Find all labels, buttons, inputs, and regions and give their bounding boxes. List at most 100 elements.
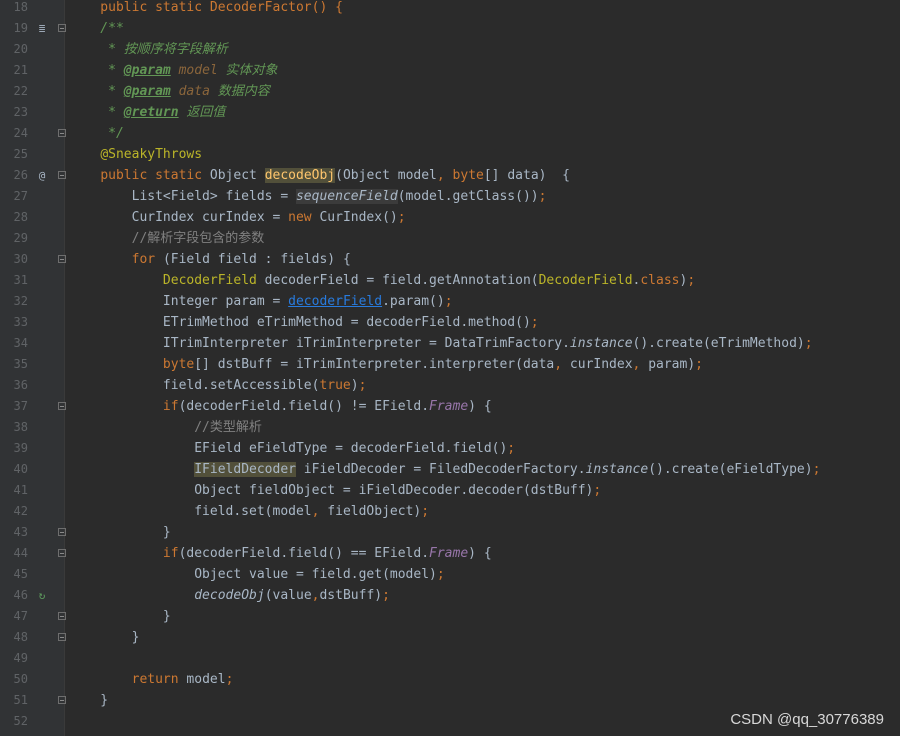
code-text[interactable]: for (Field field : fields) { (69, 249, 351, 270)
code-text[interactable]: IFieldDecoder iFieldDecoder = FiledDecod… (69, 459, 820, 480)
code-line[interactable]: 42 field.set(model, fieldObject); (0, 501, 900, 522)
code-text[interactable]: public static DecoderFactor() { (69, 0, 343, 18)
doc-render-icon[interactable]: ≣ (36, 18, 48, 39)
line-number[interactable]: 18 (0, 0, 28, 18)
code-text[interactable]: Integer param = decoderField.param(); (69, 291, 453, 312)
line-number[interactable]: 40 (0, 459, 28, 480)
code-line[interactable]: 27 List<Field> fields = sequenceField(mo… (0, 186, 900, 207)
code-text[interactable]: * 按顺序将字段解析 (69, 39, 228, 60)
code-text[interactable]: DecoderField decoderField = field.getAnn… (69, 270, 695, 291)
fold-toggle-icon[interactable] (58, 528, 66, 536)
code-line[interactable]: 22 * @param data 数据内容 (0, 81, 900, 102)
line-number[interactable]: 37 (0, 396, 28, 417)
line-number[interactable]: 24 (0, 123, 28, 144)
recursive-call-icon[interactable]: ↻ (36, 585, 48, 606)
fold-toggle-icon[interactable] (58, 633, 66, 641)
line-number[interactable]: 48 (0, 627, 28, 648)
line-number[interactable]: 43 (0, 522, 28, 543)
code-text[interactable]: //解析字段包含的参数 (69, 228, 265, 249)
code-line[interactable]: 39 EField eFieldType = decoderField.fiel… (0, 438, 900, 459)
line-number[interactable]: 26 (0, 165, 28, 186)
line-number[interactable]: 42 (0, 501, 28, 522)
code-line[interactable]: 31 DecoderField decoderField = field.get… (0, 270, 900, 291)
fold-toggle-icon[interactable] (58, 255, 66, 263)
code-line[interactable]: 19 ≣ /** (0, 18, 900, 39)
code-line[interactable]: 26 @ public static Object decodeObj(Objec… (0, 165, 900, 186)
code-line[interactable]: 28 CurIndex curIndex = new CurIndex(); (0, 207, 900, 228)
fold-toggle-icon[interactable] (58, 549, 66, 557)
code-line[interactable]: 41 Object fieldObject = iFieldDecoder.de… (0, 480, 900, 501)
code-line[interactable]: 51 } (0, 690, 900, 711)
code-line[interactable]: 43 } (0, 522, 900, 543)
code-text[interactable]: } (69, 690, 108, 711)
code-line[interactable]: 49 (0, 648, 900, 669)
line-number[interactable]: 39 (0, 438, 28, 459)
code-text[interactable]: */ (69, 123, 124, 144)
code-text[interactable]: ITrimInterpreter iTrimInterpreter = Data… (69, 333, 813, 354)
code-text[interactable]: EField eFieldType = decoderField.field()… (69, 438, 515, 459)
fold-toggle-icon[interactable] (58, 696, 66, 704)
code-text[interactable]: CurIndex curIndex = new CurIndex(); (69, 207, 406, 228)
line-number[interactable]: 41 (0, 480, 28, 501)
code-line[interactable]: 44 if(decoderField.field() == EField.Fra… (0, 543, 900, 564)
code-line[interactable]: 36 field.setAccessible(true); (0, 375, 900, 396)
line-number[interactable]: 46 (0, 585, 28, 606)
code-line[interactable]: 24 */ (0, 123, 900, 144)
code-line[interactable]: 25 @SneakyThrows (0, 144, 900, 165)
code-text[interactable]: /** (69, 18, 124, 39)
code-text[interactable]: } (69, 606, 171, 627)
code-editor[interactable]: 18 public static DecoderFactor() {19 ≣ /*… (0, 0, 900, 732)
code-line[interactable]: 30 for (Field field : fields) { (0, 249, 900, 270)
code-text[interactable]: * @param model 实体对象 (69, 60, 277, 81)
code-line[interactable]: 35 byte[] dstBuff = iTrimInterpreter.int… (0, 354, 900, 375)
fold-toggle-icon[interactable] (58, 129, 66, 137)
line-number[interactable]: 28 (0, 207, 28, 228)
fold-toggle-icon[interactable] (58, 171, 66, 179)
code-text[interactable]: return model; (69, 669, 234, 690)
code-text[interactable]: field.set(model, fieldObject); (69, 501, 429, 522)
line-number[interactable]: 49 (0, 648, 28, 669)
code-text[interactable]: decodeObj(value,dstBuff); (69, 585, 390, 606)
line-number[interactable]: 32 (0, 291, 28, 312)
code-text[interactable]: if(decoderField.field() != EField.Frame)… (69, 396, 492, 417)
code-line[interactable]: 40 IFieldDecoder iFieldDecoder = FiledDe… (0, 459, 900, 480)
line-number[interactable]: 21 (0, 60, 28, 81)
code-line[interactable]: 37 if(decoderField.field() != EField.Fra… (0, 396, 900, 417)
implementation-marker-icon[interactable]: @ (36, 165, 48, 186)
line-number[interactable]: 47 (0, 606, 28, 627)
line-number[interactable]: 44 (0, 543, 28, 564)
code-text[interactable]: List<Field> fields = sequenceField(model… (69, 186, 546, 207)
line-number[interactable]: 25 (0, 144, 28, 165)
code-text[interactable]: Object fieldObject = iFieldDecoder.decod… (69, 480, 601, 501)
line-number[interactable]: 36 (0, 375, 28, 396)
code-text[interactable]: byte[] dstBuff = iTrimInterpreter.interp… (69, 354, 703, 375)
line-number[interactable]: 35 (0, 354, 28, 375)
code-line[interactable]: 48 } (0, 627, 900, 648)
line-number[interactable]: 19 (0, 18, 28, 39)
line-number[interactable]: 34 (0, 333, 28, 354)
line-number[interactable]: 29 (0, 228, 28, 249)
line-number[interactable]: 33 (0, 312, 28, 333)
code-text[interactable]: } (69, 627, 140, 648)
fold-toggle-icon[interactable] (58, 24, 66, 32)
code-text[interactable]: * @return 返回值 (69, 102, 225, 123)
line-number[interactable]: 31 (0, 270, 28, 291)
code-line[interactable]: 38 //类型解析 (0, 417, 900, 438)
code-line[interactable]: 21 * @param model 实体对象 (0, 60, 900, 81)
code-text[interactable]: ETrimMethod eTrimMethod = decoderField.m… (69, 312, 539, 333)
code-line[interactable]: 18 public static DecoderFactor() { (0, 0, 900, 18)
code-line[interactable]: 32 Integer param = decoderField.param(); (0, 291, 900, 312)
code-text[interactable]: field.setAccessible(true); (69, 375, 367, 396)
line-number[interactable]: 27 (0, 186, 28, 207)
line-number[interactable]: 30 (0, 249, 28, 270)
code-line[interactable]: 20 * 按顺序将字段解析 (0, 39, 900, 60)
line-number[interactable]: 50 (0, 669, 28, 690)
code-text[interactable]: @SneakyThrows (69, 144, 202, 165)
line-number[interactable]: 45 (0, 564, 28, 585)
code-line[interactable]: 34 ITrimInterpreter iTrimInterpreter = D… (0, 333, 900, 354)
line-number[interactable]: 38 (0, 417, 28, 438)
code-text[interactable]: * @param data 数据内容 (69, 81, 270, 102)
code-text[interactable]: if(decoderField.field() == EField.Frame)… (69, 543, 492, 564)
code-line[interactable]: 50 return model; (0, 669, 900, 690)
code-text[interactable]: } (69, 522, 171, 543)
